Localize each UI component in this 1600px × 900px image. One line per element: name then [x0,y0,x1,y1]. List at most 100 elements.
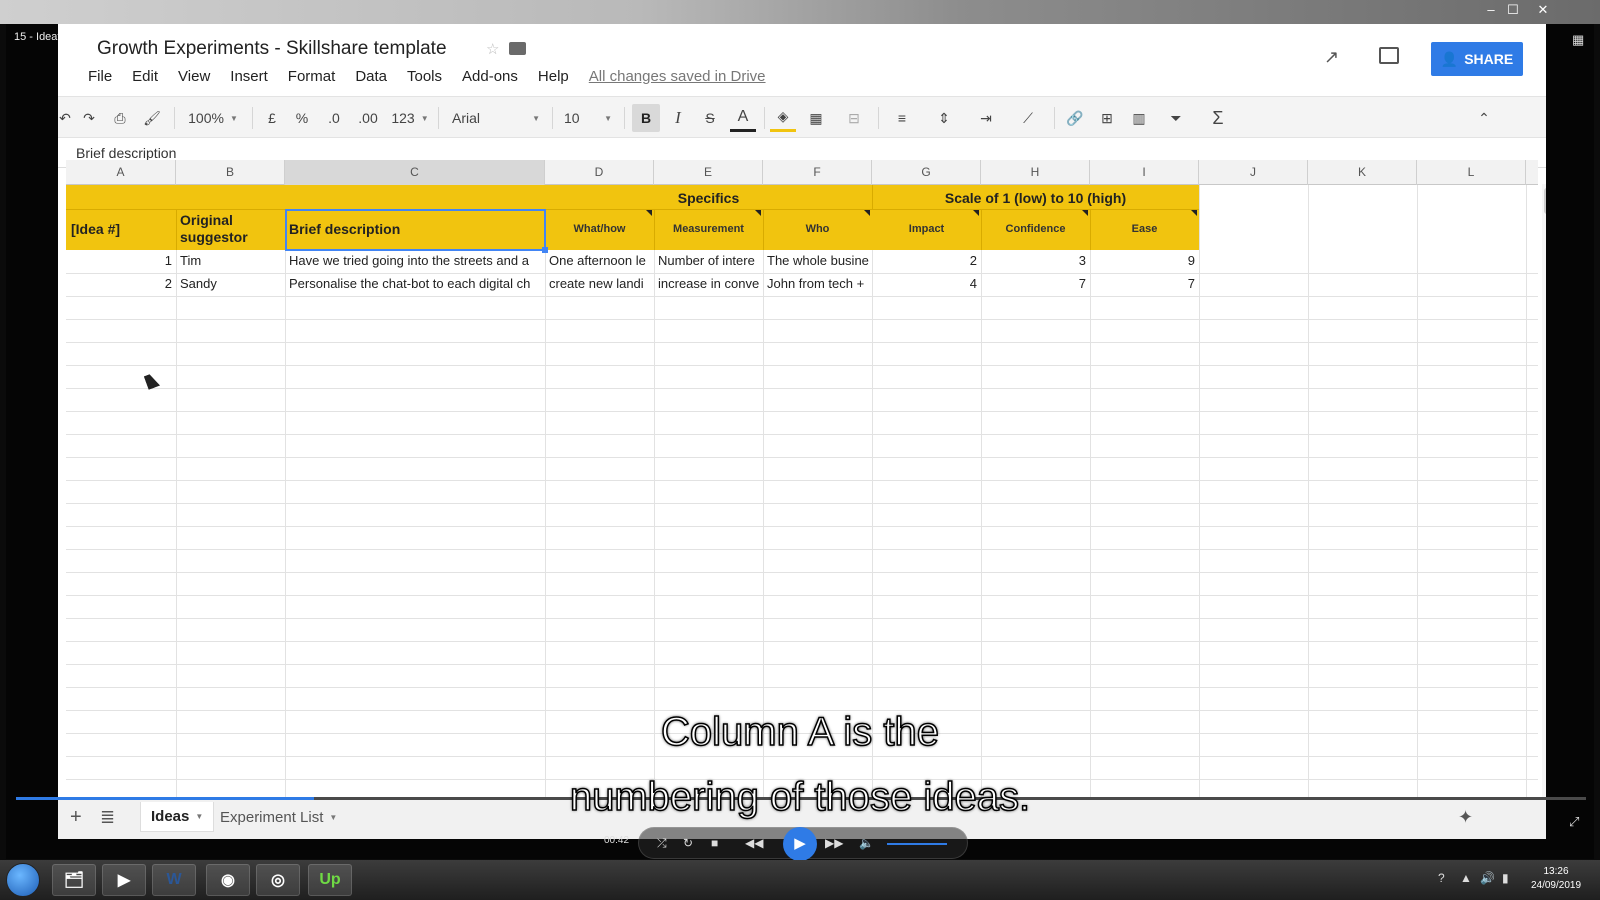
vertical-align-icon[interactable]: ⇕ [926,104,962,132]
volume-slider[interactable] [887,843,947,845]
selected-cell-c2[interactable] [285,209,546,251]
cell-b4[interactable]: Sandy [180,273,284,295]
menu-view[interactable]: View [178,68,210,85]
cell-b3[interactable]: Tim [180,250,284,272]
collapse-toolbar-icon[interactable]: ⌃ [1472,104,1496,132]
cell-i3[interactable]: 9 [1090,250,1195,272]
cell-a4[interactable]: 2 [66,273,172,295]
chart-icon[interactable]: ▥ [1126,104,1152,132]
print-icon[interactable]: ⎙ [108,104,132,132]
menu-help[interactable]: Help [538,68,569,85]
column-header-a[interactable]: A [66,160,176,185]
column-header-d[interactable]: D [545,160,654,185]
save-status-link[interactable]: All changes saved in Drive [589,68,766,85]
functions-icon[interactable]: Σ [1200,104,1236,132]
cell-f3[interactable]: The whole busine [767,250,871,272]
rewind-icon[interactable]: ◀◀ [745,836,763,850]
column-header-b[interactable]: B [176,160,285,185]
fast-forward-icon[interactable]: ▶▶ [825,836,843,850]
grid-icon[interactable]: ▦ [1572,32,1584,48]
insert-comment-icon[interactable]: ⊞ [1094,104,1120,132]
column-header-c[interactable]: C [285,160,545,185]
menu-format[interactable]: Format [288,68,336,85]
column-header-k[interactable]: K [1308,160,1417,185]
cell-c3[interactable]: Have we tried going into the streets and… [289,250,545,272]
maximize-icon[interactable]: ☐ [1502,2,1524,18]
volume-icon[interactable]: 🔈 [859,836,874,850]
number-format-select[interactable]: 123 ▼ [388,104,432,132]
currency-button[interactable]: £ [260,104,284,132]
borders-icon[interactable]: ▦ [804,104,828,132]
repeat-icon[interactable]: ↻ [683,836,693,850]
fullscreen-icon[interactable]: ⤢ [1569,814,1579,830]
paint-format-icon[interactable]: 🖌 [140,104,164,132]
close-icon[interactable]: ✕ [1532,2,1554,18]
cell-h4[interactable]: 7 [981,273,1086,295]
specifics-header[interactable]: Specifics [545,190,872,206]
text-wrap-icon[interactable]: ⇥ [968,104,1004,132]
link-icon[interactable]: 🔗 [1062,104,1088,132]
media-player-icon[interactable]: ▶ [102,864,146,896]
show-hidden-icons[interactable]: ▲ [1460,871,1472,885]
zoom-select[interactable]: 100% ▼ [182,104,244,132]
bold-button[interactable]: B [632,104,660,132]
stop-icon[interactable]: ■ [711,836,718,850]
menu-insert[interactable]: Insert [230,68,268,85]
shuffle-icon[interactable]: ⤮ [657,836,667,851]
chrome-icon[interactable]: ◎ [256,864,300,896]
column-header-l[interactable]: L [1417,160,1526,185]
redo-icon[interactable]: ↷ [78,104,100,132]
scroll-thumb[interactable] [1544,188,1546,214]
cell-i4[interactable]: 7 [1090,273,1195,295]
font-size-select[interactable]: 10 ▼ [558,104,618,132]
menu-edit[interactable]: Edit [132,68,158,85]
original-suggestor-header[interactable]: Original suggestor [180,212,248,246]
who-header[interactable]: Who [763,223,872,235]
document-title[interactable]: Growth Experiments - Skillshare template [97,38,447,60]
star-icon[interactable]: ☆ [486,40,499,58]
column-header-e[interactable]: E [654,160,763,185]
note-indicator[interactable] [755,210,761,216]
strikethrough-button[interactable]: S [698,104,722,132]
help-icon[interactable]: ? [1438,871,1445,885]
confidence-header[interactable]: Confidence [981,223,1090,235]
cell-g4[interactable]: 4 [872,273,977,295]
column-header-g[interactable]: G [872,160,981,185]
system-clock[interactable]: 13:26 24/09/2019 [1525,865,1587,893]
cell-c4[interactable]: Personalise the chat-bot to each digital… [289,273,545,295]
start-button[interactable] [6,863,40,897]
word-icon[interactable]: W [152,864,196,896]
cell-g3[interactable]: 2 [872,250,977,272]
cell-d4[interactable]: create new landi [549,273,653,295]
speaker-icon[interactable]: 🔊 [1480,871,1495,885]
undo-icon[interactable]: ↶ [58,104,72,132]
note-indicator[interactable] [864,210,870,216]
scale-header[interactable]: Scale of 1 (low) to 10 (high) [872,190,1199,206]
increase-decimal-button[interactable]: .00 [352,104,384,132]
idea-number-header[interactable]: [Idea #] [71,221,120,237]
menu-addons[interactable]: Add-ons [462,68,518,85]
what-how-header[interactable]: What/how [545,223,654,235]
text-color-button[interactable]: A [730,104,756,132]
cell-h3[interactable]: 3 [981,250,1086,272]
text-rotation-icon[interactable]: ⟋ [1010,104,1046,132]
merge-cells-icon[interactable]: ⊟ [836,104,872,132]
play-button[interactable]: ▶ [783,827,817,861]
ease-header[interactable]: Ease [1090,223,1199,235]
percent-button[interactable]: % [290,104,314,132]
column-header-i[interactable]: I [1090,160,1199,185]
note-indicator[interactable] [1082,210,1088,216]
column-header-h[interactable]: H [981,160,1090,185]
share-button[interactable]: 👤 SHARE [1431,42,1523,76]
column-header-f[interactable]: F [763,160,872,185]
trend-icon[interactable]: ↗ [1324,47,1339,68]
minimize-icon[interactable]: – [1480,2,1502,18]
note-indicator[interactable] [1191,210,1197,216]
column-header-j[interactable]: J [1199,160,1308,185]
cell-e3[interactable]: Number of intere [658,250,762,272]
comments-icon[interactable] [1379,47,1399,64]
measurement-header[interactable]: Measurement [654,223,763,235]
cell-e4[interactable]: increase in conve [658,273,762,295]
horizontal-align-icon[interactable]: ≡ [884,104,920,132]
network-icon[interactable]: ▮ [1502,871,1509,885]
